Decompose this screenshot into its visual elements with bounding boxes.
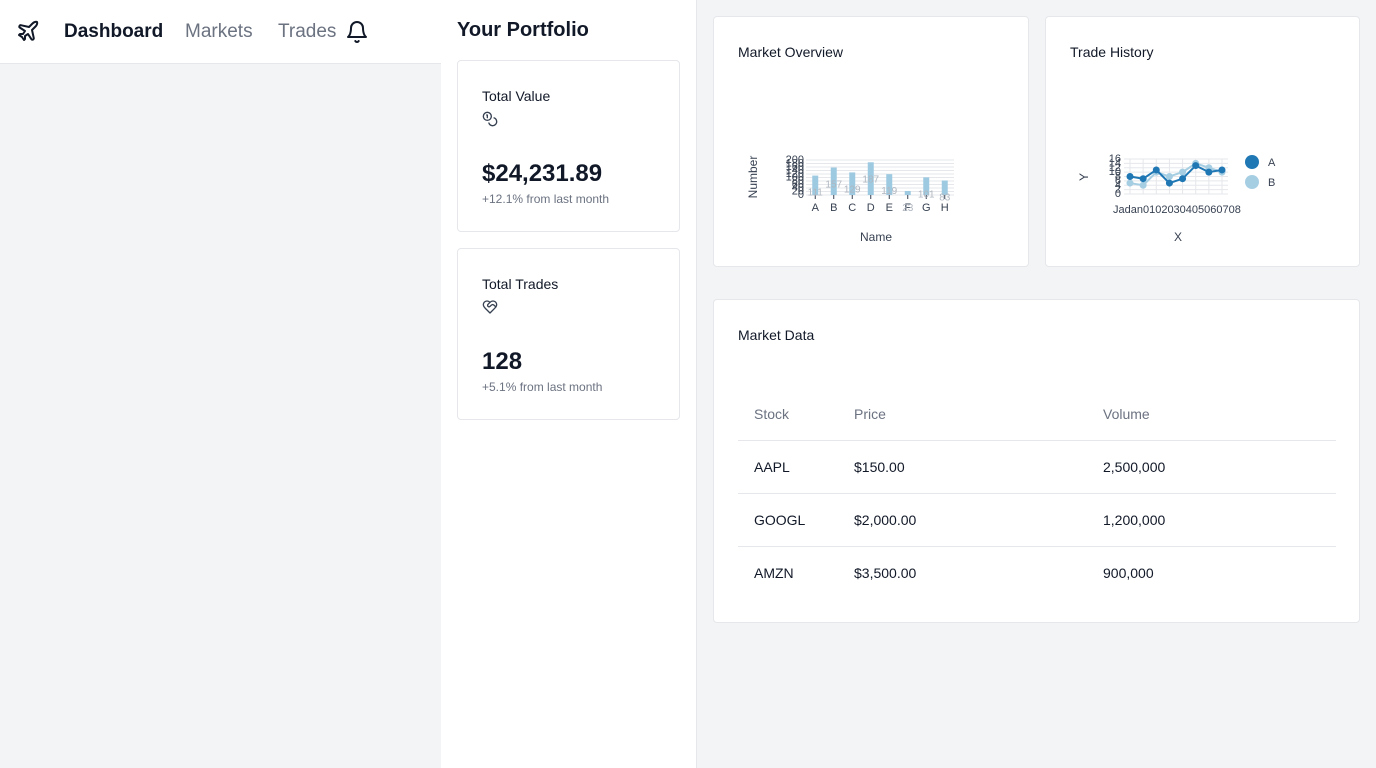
- legend-marker: [1245, 175, 1259, 189]
- y-tick-label: 16: [1109, 153, 1121, 165]
- x-tick-label: G: [922, 202, 931, 214]
- market-overview-card: Market Overview 0 20 40 60 80 100 120 140 160 180…: [713, 16, 1029, 267]
- nav-trades[interactable]: Trades: [278, 20, 336, 44]
- data-point: [1126, 173, 1134, 180]
- legend-marker: [1245, 155, 1259, 169]
- table-row[interactable]: AAPL $150.00 2,500,000: [738, 440, 1336, 494]
- y-axis-label: Number: [746, 156, 760, 199]
- bar: [904, 190, 911, 195]
- data-point: [1179, 175, 1187, 183]
- stat-value: 128: [482, 348, 523, 375]
- price-cell: $3,500.00: [854, 564, 917, 581]
- legend-label: A: [1268, 157, 1276, 169]
- column-header[interactable]: Volume: [1087, 388, 1336, 441]
- market-overview-chart: 020406080100120140160180200A111B157C129D…: [746, 154, 954, 244]
- market-table: Stock Price Volume AAPL $150.00 2,500,00…: [738, 388, 1336, 599]
- bell-icon[interactable]: [345, 20, 369, 44]
- stat-change: +5.1% from last month: [482, 380, 603, 394]
- data-label: 83: [939, 192, 951, 203]
- price-cell: $2,000.00: [838, 493, 1087, 547]
- card-title: Market Data: [738, 327, 815, 343]
- data-point: [1192, 162, 1200, 170]
- table-row[interactable]: AMZN $3,500.00 900,000: [738, 546, 1336, 599]
- nav-dashboard[interactable]: Dashboard: [64, 20, 163, 44]
- portfolio-title: Your Portfolio: [457, 19, 589, 41]
- stat-change: +12.1% from last month: [482, 192, 610, 206]
- stock-cell: AAPL: [738, 440, 838, 494]
- nav-markets[interactable]: Markets: [185, 20, 253, 44]
- legend-label: B: [1268, 177, 1275, 189]
- data-point: [1218, 166, 1226, 174]
- stat-label: Total Trades: [482, 276, 559, 292]
- data-point: [1165, 173, 1173, 180]
- data-label: 101: [918, 189, 935, 200]
- table-row[interactable]: GOOGL $2,000.00 1,200,000: [738, 493, 1336, 547]
- stat-value: $24,231.89: [482, 160, 603, 187]
- data-label: 23: [902, 203, 914, 214]
- coins-icon: [482, 111, 498, 127]
- data-label: 119: [881, 186, 897, 197]
- heart-handshake-icon: [482, 300, 498, 314]
- data-point: [1165, 179, 1173, 187]
- x-tick-label: H: [941, 202, 949, 214]
- stat-label: Total Value: [482, 88, 551, 104]
- data-label: 111: [808, 188, 824, 199]
- data-point: [1139, 175, 1147, 183]
- x-tick-label: D: [867, 202, 875, 214]
- plane-icon[interactable]: [16, 19, 40, 43]
- x-tick-label: A: [812, 202, 820, 214]
- data-label: 157: [825, 180, 842, 191]
- market-data-card: Market Data Stock Price Volume AAPL $150…: [713, 299, 1360, 623]
- x-tick-labels: Jadan0102030405060708: [1113, 204, 1241, 216]
- top-nav: Dashboard Markets Trades: [0, 0, 441, 64]
- data-label: 129: [844, 184, 861, 195]
- x-axis-label: X: [1174, 230, 1182, 244]
- data-point: [1179, 168, 1187, 176]
- trade-history-chart: 0246810121416Jadan0102030405060708XYAB: [1077, 153, 1276, 244]
- data-point: [1139, 181, 1147, 189]
- volume-cell: 1,200,000: [1087, 493, 1336, 547]
- trade-history-card: Trade History 0 2 4 6 8 10 12 14 16 Jadan01020304…: [1045, 16, 1360, 267]
- price-cell: $150.00: [838, 440, 1087, 494]
- data-point: [1126, 179, 1134, 187]
- x-axis-label: Name: [860, 230, 892, 244]
- data-point: [1152, 166, 1160, 174]
- stock-cell: GOOGL: [738, 493, 838, 547]
- y-axis-label: Y: [1077, 173, 1091, 181]
- portfolio-panel: Your Portfolio Total Value $24,231.89 +1…: [441, 0, 697, 768]
- volume-cell: 900,000: [1103, 564, 1154, 581]
- column-header[interactable]: Stock: [738, 388, 838, 441]
- table-header-row: Stock Price Volume: [738, 388, 1336, 441]
- total-value-card: Total Value $24,231.89 +12.1% from last …: [457, 60, 680, 232]
- data-point: [1205, 168, 1213, 176]
- data-label: 187: [862, 174, 879, 185]
- x-tick-label: E: [886, 202, 893, 214]
- column-header[interactable]: Price: [838, 388, 1087, 441]
- volume-cell: 2,500,000: [1087, 440, 1336, 494]
- x-tick-label: C: [848, 202, 856, 214]
- x-tick-label: B: [830, 202, 837, 214]
- total-trades-card: Total Trades 128 +5.1% from last month: [457, 248, 680, 420]
- y-tick-label: 200: [786, 154, 804, 166]
- stock-cell: AMZN: [754, 564, 794, 581]
